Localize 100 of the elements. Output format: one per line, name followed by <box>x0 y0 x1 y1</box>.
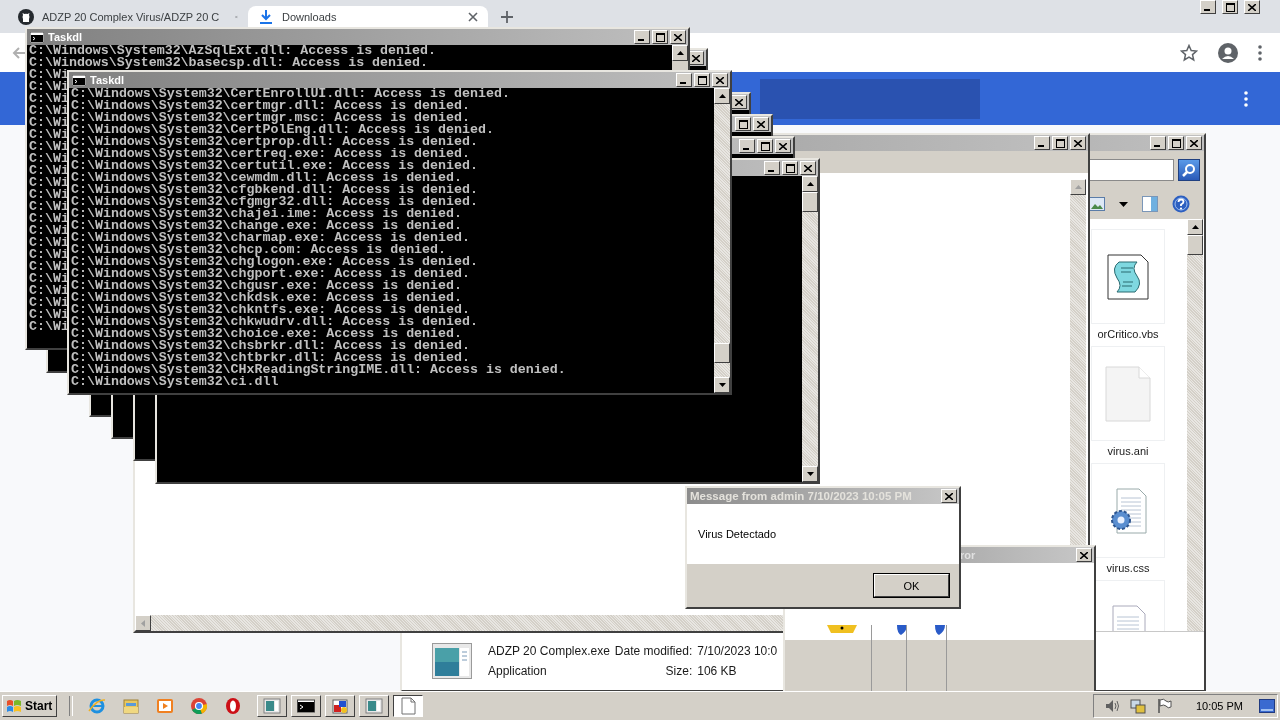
console-line: C:\Windows\System32\chgport.exe: Access is denied. <box>71 268 470 280</box>
maximize-icon <box>1171 138 1181 148</box>
script-file-icon <box>1107 253 1149 300</box>
maximize-button[interactable] <box>1222 0 1238 14</box>
arrow-left-icon <box>141 619 145 627</box>
minimize-button[interactable] <box>1034 136 1050 150</box>
console-line: C:\Wi <box>29 165 69 177</box>
console-line: C:\Windows\System32\cewmdm.dll: Access is denied. <box>71 172 462 184</box>
console-icon <box>72 74 86 86</box>
cat-logo-icon <box>18 8 34 25</box>
console-line: C:\Windows\System32\chglogon.exe: Access is denied. <box>71 256 478 268</box>
close-button[interactable] <box>670 30 686 44</box>
warning-icon <box>827 625 857 635</box>
window-icon <box>263 697 282 715</box>
arrow-down-icon <box>718 383 726 387</box>
speaker-icon <box>1103 698 1120 714</box>
scrollbar-thumb[interactable] <box>802 192 818 212</box>
minimize-button[interactable] <box>1150 136 1166 150</box>
close-button[interactable] <box>800 161 816 175</box>
console-line: C:\Windows\System32\chkwudrv.dll: Access is denied. <box>71 316 478 328</box>
console-line: C:\Windows\System32\cfgmgr32.dll: Access is denied. <box>71 196 478 208</box>
minimize-button[interactable] <box>764 161 780 175</box>
maximize-icon <box>760 141 770 151</box>
close-button[interactable] <box>1244 0 1260 14</box>
console-icon <box>30 31 44 43</box>
browser-tab[interactable]: Downloads <box>248 6 488 27</box>
profile-icon <box>1218 42 1238 63</box>
help-icon <box>1172 195 1190 213</box>
application-icon <box>432 643 472 679</box>
console-line: C:\Windows\System32\certmgr.msc: Access is denied. <box>71 112 470 124</box>
close-button[interactable] <box>1186 136 1202 150</box>
scrollbar[interactable] <box>1187 219 1203 631</box>
maximize-button[interactable] <box>735 117 751 131</box>
console-line: C:\Wi <box>29 249 69 261</box>
console-line: C:\Wi <box>29 93 69 105</box>
close-button[interactable] <box>941 489 957 503</box>
maximize-button[interactable] <box>782 161 798 175</box>
console-line: C:\Windows\System32\certutil.exe: Access is denied. <box>71 160 478 172</box>
search-field[interactable] <box>1088 159 1174 181</box>
start-button[interactable]: Start <box>2 695 58 717</box>
scrollbar-thumb[interactable] <box>1187 235 1203 255</box>
scrollbar[interactable] <box>714 88 730 393</box>
scrollbar[interactable] <box>802 176 818 482</box>
console-line: C:\Wi <box>29 153 69 165</box>
console-line: C:\Wi <box>29 309 69 321</box>
file-name[interactable]: orCritico.vbs <box>1097 328 1159 340</box>
search-button[interactable] <box>1178 159 1200 181</box>
network-icon <box>1129 698 1146 714</box>
search-icon <box>1182 163 1196 177</box>
maximize-button[interactable] <box>652 30 668 44</box>
console-line: C:\Wi <box>29 117 69 129</box>
minimize-button[interactable] <box>634 30 650 44</box>
browser-tab[interactable]: ADZP 20 Complex Virus/ADZP 20 C <box>8 6 248 27</box>
close-button[interactable] <box>1070 136 1086 150</box>
console-line: C:\Windows\System32\chgusr.exe: Access is denied. <box>71 280 462 292</box>
ok-button[interactable]: OK <box>874 574 949 597</box>
maximize-icon <box>738 119 748 129</box>
browser-icon <box>88 697 107 715</box>
console-line: C:\Windows\System32\certprop.dll: Access is denied. <box>71 136 478 148</box>
console-line: C:\Wi <box>29 141 69 153</box>
maximize-button[interactable] <box>1168 136 1184 150</box>
file-name[interactable]: virus.ani <box>1107 445 1149 457</box>
maximize-button[interactable] <box>1052 136 1068 150</box>
tab-title: Downloads <box>282 10 337 23</box>
arrow-down-icon <box>806 472 814 476</box>
console-line: C:\Windows\System32\CertPolEng.dll: Access is denied. <box>71 124 494 136</box>
console-line: C:\Windows\System32\chtbrkr.dll: Access is denied. <box>71 352 470 364</box>
download-icon <box>258 8 274 25</box>
close-button[interactable] <box>712 73 728 87</box>
close-button[interactable] <box>775 139 791 153</box>
maximize-button[interactable] <box>694 73 710 87</box>
maximize-icon <box>1055 138 1065 148</box>
console-line: C:\Windows\System32\choice.exe: Access is denied. <box>71 328 462 340</box>
maximize-icon <box>697 75 707 85</box>
scrollbar-thumb[interactable] <box>714 343 730 363</box>
console-line: C:\Wi <box>29 285 69 297</box>
console-line: C:\Windows\System32\certreq.exe: Access is denied. <box>71 148 470 160</box>
window-title: Taskdl <box>90 74 125 86</box>
new-tab-icon <box>500 10 514 24</box>
console-line: C:\Windows\System32\CertEnrollUI.dll: Access is denied. <box>71 88 510 100</box>
console-line: C:\Wi <box>29 189 69 201</box>
minimize-button[interactable] <box>1200 0 1216 14</box>
close-button[interactable] <box>1076 548 1092 562</box>
console-line: C:\Wi <box>29 213 69 225</box>
console-line: C:\Windows\System32\charmap.exe: Access is denied. <box>71 232 470 244</box>
close-button[interactable] <box>753 117 769 131</box>
minimize-button[interactable] <box>676 73 692 87</box>
caret-icon <box>1119 201 1128 207</box>
scroll-up-button[interactable] <box>672 45 688 61</box>
minimize-button[interactable] <box>739 139 755 153</box>
file-name[interactable]: virus.css <box>1106 562 1150 574</box>
taskbar-button[interactable] <box>393 695 424 717</box>
console-line: C:\Wi <box>29 321 69 333</box>
maximize-button[interactable] <box>757 139 773 153</box>
console-line: C:\Wi <box>29 177 69 189</box>
console-line: C:\Windows\System32\ci.dll <box>71 376 279 388</box>
browser-icon <box>224 697 243 715</box>
console-line: C:\Wi <box>29 297 69 309</box>
shield-icon <box>897 625 907 635</box>
shield-icon <box>935 625 945 635</box>
